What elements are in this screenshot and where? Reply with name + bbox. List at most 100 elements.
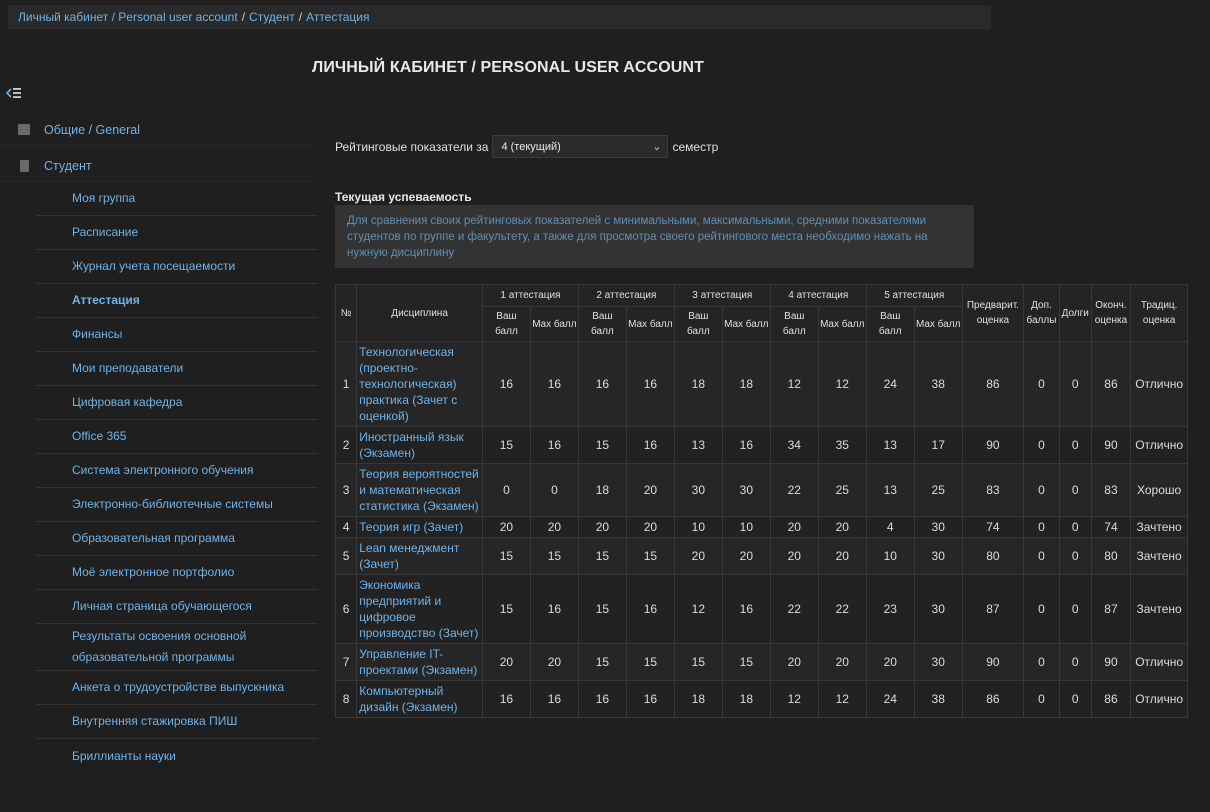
sidebar-item-general[interactable]: Общие / General bbox=[0, 114, 318, 146]
col-header-max-score: Max балл bbox=[913, 306, 963, 342]
table-row[interactable]: 1 Технологическая (проектно-технологическ… bbox=[334, 341, 1188, 427]
discipline-link[interactable]: Lean менеджмент (Зачет) bbox=[356, 537, 483, 575]
sidebar-item-educational-program[interactable]: Образовательная программа bbox=[36, 522, 318, 556]
col-header-max-score: Max балл bbox=[529, 306, 579, 342]
max-score-cell: 15 bbox=[721, 643, 771, 681]
breadcrumb-personal-account[interactable]: Личный кабинет / Personal user account bbox=[18, 10, 238, 24]
col-header-traditional: Традиц. оценка bbox=[1130, 284, 1188, 342]
max-score-cell: 22 bbox=[817, 574, 867, 644]
max-score-cell: 16 bbox=[721, 426, 771, 464]
sidebar-item-program-results[interactable]: Результаты освоения основной образовател… bbox=[36, 624, 318, 671]
traditional-grade-cell: Отлично bbox=[1130, 680, 1188, 718]
your-score-cell: 16 bbox=[481, 341, 531, 427]
your-score-cell: 15 bbox=[577, 574, 627, 644]
sidebar-item-internship[interactable]: Внутренняя стажировка ПИШ bbox=[36, 705, 318, 739]
max-score-cell: 0 bbox=[529, 463, 579, 517]
max-score-cell: 16 bbox=[625, 574, 675, 644]
your-score-cell: 34 bbox=[769, 426, 819, 464]
sidebar-item-student[interactable]: Студент bbox=[0, 150, 318, 182]
max-score-cell: 20 bbox=[817, 516, 867, 538]
your-score-cell: 12 bbox=[673, 574, 723, 644]
max-score-cell: 16 bbox=[529, 341, 579, 427]
table-row[interactable]: 2 Иностранный язык (Экзамен) 15 16 15 16 13 16 3… bbox=[334, 426, 1188, 464]
extra-points-cell: 0 bbox=[1023, 643, 1060, 681]
discipline-link[interactable]: Технологическая (проектно-технологическа… bbox=[356, 341, 483, 427]
sidebar-item-employment-survey[interactable]: Анкета о трудоустройстве выпускника bbox=[36, 671, 318, 705]
discipline-link[interactable]: Теория игр (Зачет) bbox=[356, 516, 483, 538]
semester-select-value: 4 (текущий) bbox=[501, 140, 561, 153]
max-score-cell: 15 bbox=[625, 643, 675, 681]
debts-cell: 0 bbox=[1058, 341, 1092, 427]
breadcrumb-student[interactable]: Студент bbox=[249, 10, 295, 24]
traditional-grade-cell: Отлично bbox=[1130, 341, 1188, 427]
your-score-cell: 23 bbox=[865, 574, 915, 644]
your-score-cell: 16 bbox=[577, 341, 627, 427]
row-number: 6 bbox=[334, 574, 358, 644]
discipline-link[interactable]: Иностранный язык (Экзамен) bbox=[356, 426, 483, 464]
max-score-cell: 12 bbox=[817, 341, 867, 427]
max-score-cell: 35 bbox=[817, 426, 867, 464]
chevron-down-icon: ⌄ bbox=[652, 141, 662, 153]
rating-suffix-label: семестр bbox=[672, 139, 719, 154]
max-score-cell: 16 bbox=[625, 426, 675, 464]
current-progress-title: Текущая успеваемость bbox=[335, 190, 472, 204]
sidebar-item-portfolio[interactable]: Моё электронное портфолио bbox=[36, 556, 318, 590]
traditional-grade-cell: Хорошо bbox=[1130, 463, 1188, 517]
max-score-cell: 20 bbox=[625, 516, 675, 538]
extra-points-cell: 0 bbox=[1023, 341, 1060, 427]
your-score-cell: 15 bbox=[577, 537, 627, 575]
sidebar-item-my-group[interactable]: Моя группа bbox=[36, 182, 318, 216]
your-score-cell: 13 bbox=[865, 426, 915, 464]
debts-cell: 0 bbox=[1058, 680, 1092, 718]
sidebar-item-my-teachers[interactable]: Мои преподаватели bbox=[36, 352, 318, 386]
your-score-cell: 12 bbox=[769, 341, 819, 427]
breadcrumb-attestation[interactable]: Аттестация bbox=[306, 10, 369, 24]
discipline-link[interactable]: Теория вероятностей и математическая ста… bbox=[356, 463, 483, 517]
sidebar-item-finances[interactable]: Финансы bbox=[36, 318, 318, 352]
rating-prefix-label: Рейтинговые показатели за bbox=[335, 139, 489, 154]
discipline-link[interactable]: Управление IT-проектами (Экзамен) bbox=[356, 643, 483, 681]
your-score-cell: 0 bbox=[481, 463, 531, 517]
your-score-cell: 20 bbox=[769, 516, 819, 538]
max-score-cell: 18 bbox=[721, 680, 771, 718]
your-score-cell: 15 bbox=[481, 574, 531, 644]
max-score-cell: 15 bbox=[625, 537, 675, 575]
table-row[interactable]: 7 Управление IT-проектами (Экзамен) 20 20 15… bbox=[334, 643, 1188, 681]
row-number: 2 bbox=[334, 426, 358, 464]
sidebar-item-attendance-log[interactable]: Журнал учета посещаемости bbox=[36, 250, 318, 284]
prelim-grade-cell: 86 bbox=[961, 680, 1025, 718]
final-grade-cell: 90 bbox=[1090, 643, 1132, 681]
sidebar-item-e-learning[interactable]: Система электронного обучения bbox=[36, 454, 318, 488]
sidebar-item-science-diamonds[interactable]: Бриллианты науки bbox=[36, 739, 318, 773]
sidebar-item-attestation[interactable]: Аттестация bbox=[36, 284, 318, 318]
table-row[interactable]: 6 Экономика предприятий и цифровое произв… bbox=[334, 574, 1188, 644]
table-row[interactable]: 8 Компьютерный дизайн (Экзамен) 16 16 16 16 18… bbox=[334, 680, 1188, 718]
traditional-grade-cell: Зачтено bbox=[1130, 574, 1188, 644]
sidebar-item-e-library[interactable]: Электронно-библиотечные системы bbox=[36, 488, 318, 522]
discipline-link[interactable]: Компьютерный дизайн (Экзамен) bbox=[356, 680, 483, 718]
col-header-max-score: Max балл bbox=[625, 306, 675, 342]
table-row[interactable]: 3 Теория вероятностей и математическая ст… bbox=[334, 463, 1188, 517]
prelim-grade-cell: 90 bbox=[961, 426, 1025, 464]
discipline-link[interactable]: Экономика предприятий и цифровое произво… bbox=[356, 574, 483, 644]
semester-select[interactable]: 4 (текущий) ⌄ bbox=[492, 135, 669, 158]
sidebar-item-label: Общие / General bbox=[44, 122, 140, 137]
book-icon bbox=[20, 159, 29, 172]
your-score-cell: 20 bbox=[769, 643, 819, 681]
max-score-cell: 30 bbox=[913, 516, 963, 538]
table-row[interactable]: 5 Lean менеджмент (Зачет) 15 15 15 15 20 20 20 20… bbox=[334, 537, 1188, 575]
your-score-cell: 4 bbox=[865, 516, 915, 538]
table-row[interactable]: 4 Теория игр (Зачет) 20 20 20 20 10 10 20 20 4 30 74… bbox=[334, 516, 1188, 538]
sidebar-item-schedule[interactable]: Расписание bbox=[36, 216, 318, 250]
sidebar-item-digital-department[interactable]: Цифровая кафедра bbox=[36, 386, 318, 420]
extra-points-cell: 0 bbox=[1023, 680, 1060, 718]
traditional-grade-cell: Зачтено bbox=[1130, 516, 1188, 538]
collapse-sidebar-icon[interactable] bbox=[5, 86, 24, 102]
sidebar-item-student-page[interactable]: Личная страница обучающегося bbox=[36, 590, 318, 624]
row-number: 7 bbox=[334, 643, 358, 681]
sidebar-item-office365[interactable]: Office 365 bbox=[36, 420, 318, 454]
max-score-cell: 18 bbox=[721, 341, 771, 427]
max-score-cell: 16 bbox=[625, 341, 675, 427]
extra-points-cell: 0 bbox=[1023, 516, 1060, 538]
col-header-extra: Доп. баллы bbox=[1023, 284, 1060, 342]
